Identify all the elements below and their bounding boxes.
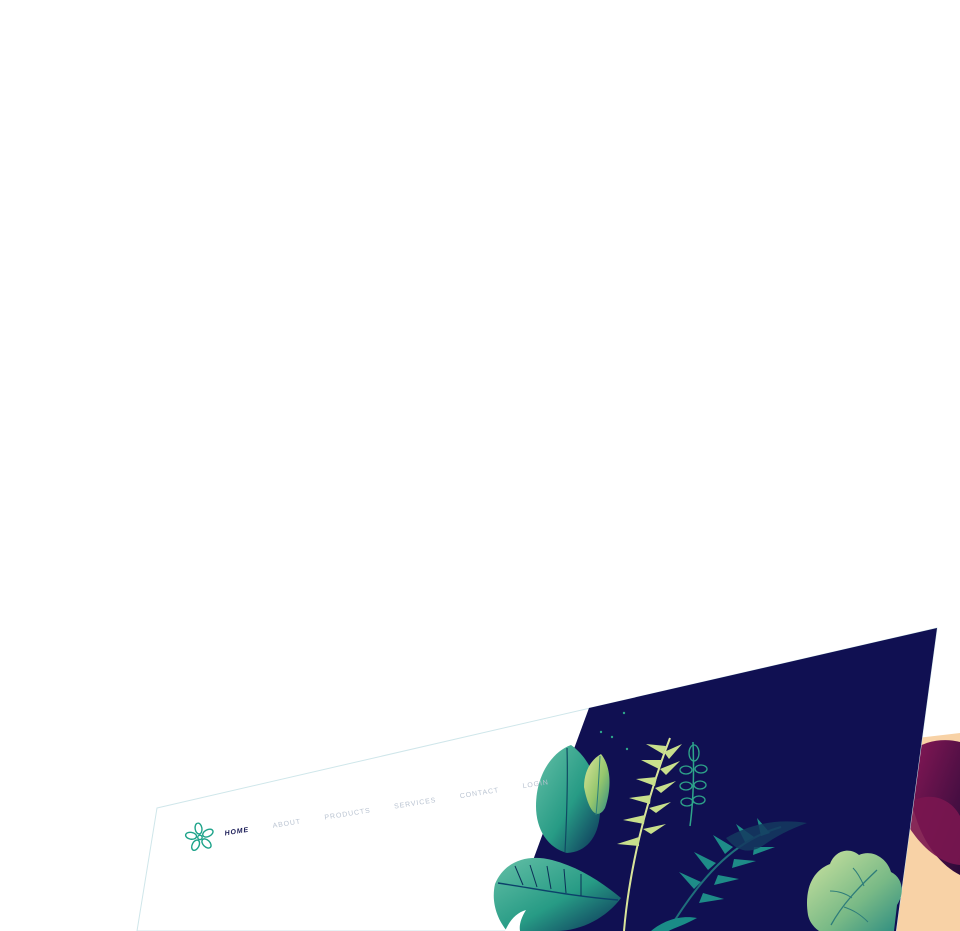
nav-contact-link[interactable]: CONTACT <box>459 787 499 800</box>
sparkle-icon <box>610 735 614 739</box>
nav-products-link[interactable]: PRODUCTS <box>324 807 371 821</box>
nav-services-link[interactable]: SERVICES <box>394 797 437 811</box>
hero-art <box>493 628 937 931</box>
nav-home-link[interactable]: HOME <box>224 826 249 837</box>
nav-about-link[interactable]: ABOUT <box>272 818 301 829</box>
leaf-flower-logo-icon[interactable] <box>182 818 217 856</box>
logo-svg <box>184 822 214 852</box>
sparkle-icon <box>622 711 626 715</box>
sparkle-icon <box>625 747 629 751</box>
sparkle-icon <box>599 730 603 734</box>
stage: HOME ABOUT PRODUCTS SERVICES CONTACT LOG… <box>0 0 960 931</box>
